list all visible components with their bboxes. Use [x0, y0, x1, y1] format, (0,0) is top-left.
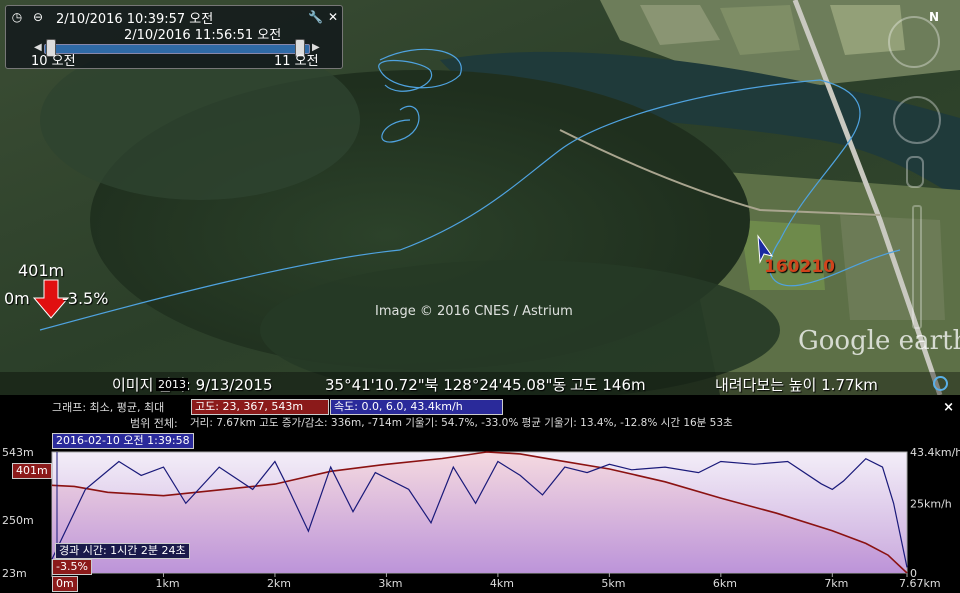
x-tick-label: 1km [155, 577, 179, 590]
clock-icon[interactable]: ◷ [10, 10, 24, 24]
imagery-year-badge: 2013 [156, 378, 188, 391]
cursor-slope-badge: -3.5% [52, 559, 92, 575]
placemark-label[interactable]: 160210 [764, 257, 835, 277]
elevation-profile-panel: 그래프: 최소, 평균, 최대 고도: 23, 367, 543m 속도: 0.… [0, 395, 960, 593]
zoom-out-icon[interactable]: ⊖ [31, 10, 45, 24]
coordinates: 35°41'10.72"북 128°24'45.08"동 [325, 376, 567, 394]
x-tick-label: 6km [713, 577, 737, 590]
cursor-elev-badge: 401m [12, 463, 52, 479]
street-view-pegman-icon[interactable] [906, 156, 924, 188]
x-tick-label: 4km [490, 577, 514, 590]
x-tick-label: 7km [824, 577, 848, 590]
elevation-marker-label: 401m [18, 261, 65, 280]
imagery-attribution: Image © 2016 CNES / Astrium [375, 304, 573, 319]
x-tick-label: 5km [601, 577, 625, 590]
cursor-distance-badge: 0m [52, 576, 78, 592]
zoom-slider[interactable] [912, 205, 922, 329]
distance-marker-label: 0m [4, 289, 30, 308]
eye-altitude: 내려다보는 높이 1.77km [715, 376, 878, 394]
y-right-tick-label: 0 [910, 567, 917, 580]
x-tick-label: 2km [267, 577, 291, 590]
time-slider-track[interactable] [44, 44, 310, 54]
imagery-date: 이미지 날짜: 9/13/2015 [112, 376, 273, 394]
time-tick-right: 11 오전 [274, 54, 319, 69]
y-left-tick-label: 543m [2, 446, 34, 459]
time-end: 2/10/2016 11:56:51 오전 [124, 28, 282, 43]
north-icon[interactable]: N [929, 10, 939, 24]
google-earth-logo: Google earth [798, 326, 960, 356]
elevation-chart[interactable]: 0m 1km 2km 3km 4km 5km 6km 7km 7.67km 543m 250m 23… [0, 395, 960, 593]
close-icon[interactable]: ✕ [326, 10, 340, 24]
x-tick-label: 7.67km [899, 577, 941, 590]
streaming-indicator-icon [933, 376, 948, 391]
elapsed-time-badge: 경과 시간: 1시간 2분 24초 [55, 543, 190, 559]
time-slider-panel: ◷ ⊖ 2/10/2016 10:39:57 오전 2/10/2016 11:5… [5, 5, 343, 69]
settings-wrench-icon[interactable]: 🔧 [308, 10, 323, 24]
map-view[interactable]: N 401m 0m -3.5% 160210 Image © 2016 CNES… [0, 0, 960, 395]
y-right-tick-label: 25km/h [910, 497, 952, 510]
y-left-tick-label: 23m [2, 567, 27, 580]
status-bar: 이미지 날짜: 9/13/2015 2013 35°41'10.72"북 128… [0, 372, 960, 395]
ground-elevation: 고도 146m [570, 376, 646, 394]
look-joystick[interactable] [893, 96, 941, 144]
time-tick-left: 10 오전 [31, 54, 76, 69]
x-tick-label: 3km [378, 577, 402, 590]
y-right-tick-label: 43.4km/h [910, 446, 960, 459]
slope-marker-label: -3.5% [62, 289, 109, 308]
y-left-tick-label: 250m [2, 514, 34, 527]
